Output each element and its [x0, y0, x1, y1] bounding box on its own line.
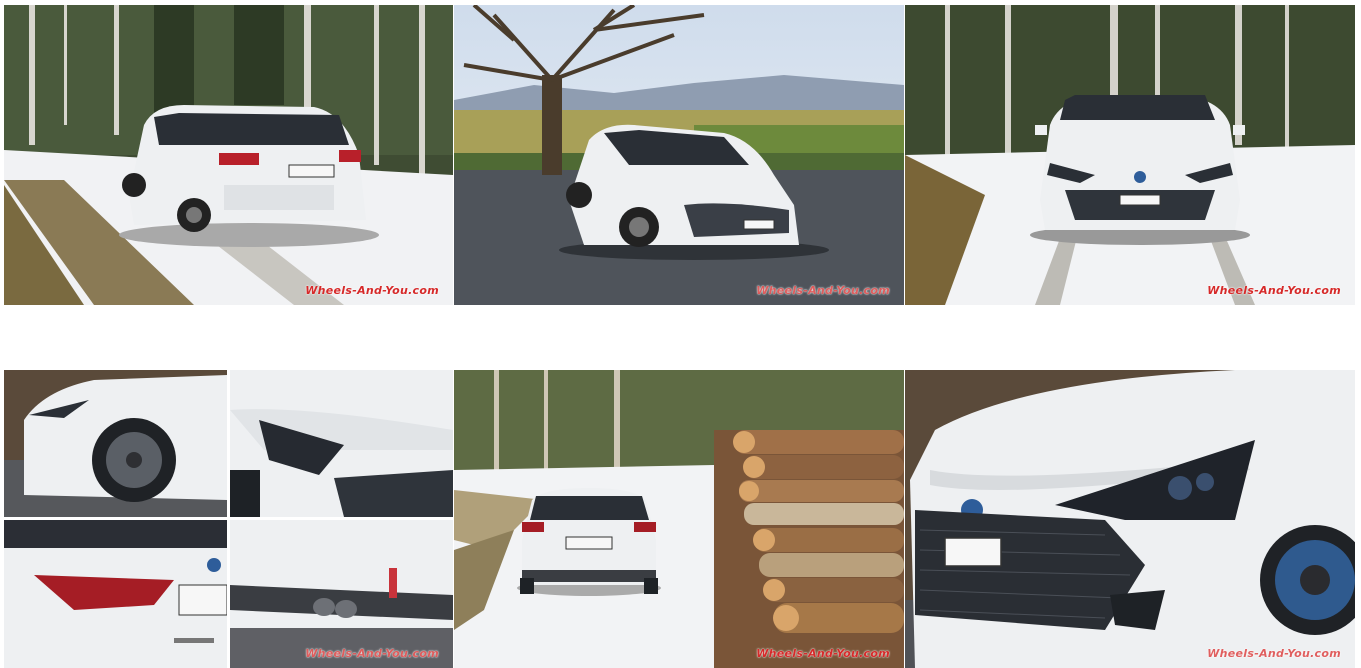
- photo-detail-collage[interactable]: Wheels-And-You.com: [4, 370, 453, 668]
- photo-rear-view-log-pile-image: [454, 370, 904, 668]
- photo-rear-view-forest-image: [4, 5, 453, 305]
- photo-watermark: Wheels-And-You.com: [1207, 284, 1341, 297]
- photo-watermark: Wheels-And-You.com: [756, 284, 890, 297]
- photo-rear-view-forest[interactable]: Wheels-And-You.com: [4, 5, 453, 305]
- photo-watermark: Wheels-And-You.com: [305, 284, 439, 297]
- photo-watermark: Wheels-And-You.com: [305, 647, 439, 660]
- photo-watermark: Wheels-And-You.com: [756, 647, 890, 660]
- photo-gallery: Wheels-And-You.com Wheels-And-You.com Wh…: [0, 0, 1361, 668]
- photo-front-view-forest[interactable]: Wheels-And-You.com: [905, 5, 1355, 305]
- photo-front-grille-closeup-image: [905, 370, 1355, 668]
- photo-detail-collage-image: [4, 370, 453, 668]
- photo-watermark: Wheels-And-You.com: [1207, 647, 1341, 660]
- photo-front-grille-closeup[interactable]: Wheels-And-You.com: [905, 370, 1355, 668]
- photo-front-view-forest-image: [905, 5, 1355, 305]
- photo-front-three-quarter-tree-image: [454, 5, 904, 305]
- photo-front-three-quarter-tree[interactable]: Wheels-And-You.com: [454, 5, 904, 305]
- photo-rear-view-log-pile[interactable]: Wheels-And-You.com: [454, 370, 904, 668]
